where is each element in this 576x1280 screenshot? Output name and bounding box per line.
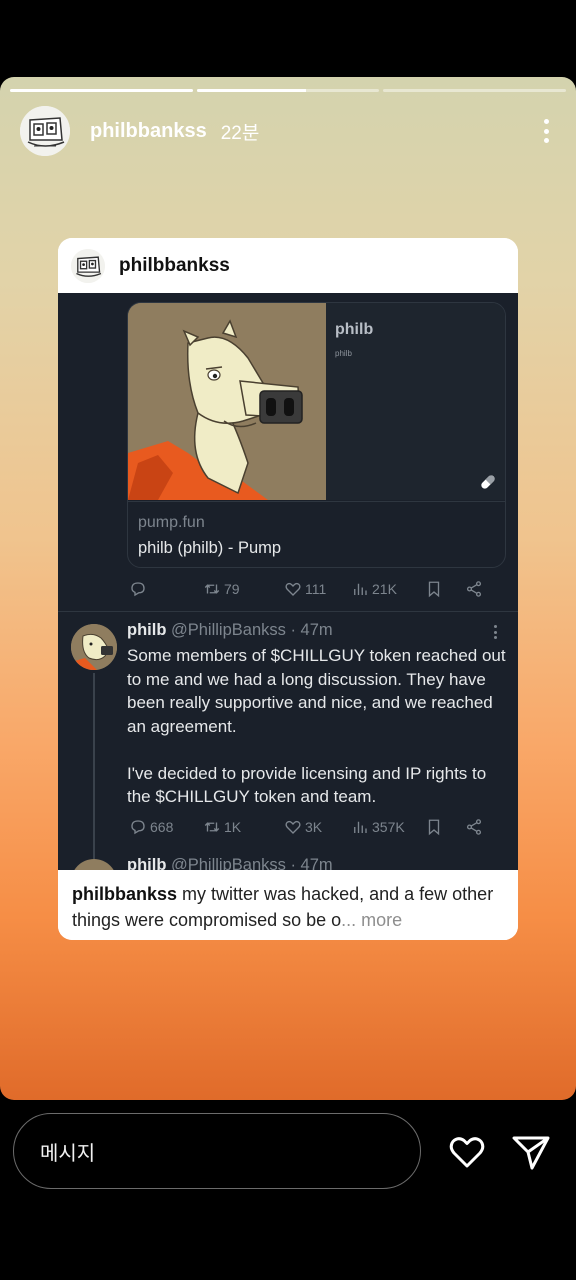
retweet-count: 1K bbox=[224, 819, 242, 835]
tweet-header: philb @PhillipBankss · 47m bbox=[127, 621, 333, 640]
post-caption[interactable]: philbbankss my twitter was hacked, and a… bbox=[58, 870, 518, 940]
link-domain: pump.fun bbox=[138, 514, 205, 531]
share-button[interactable] bbox=[465, 818, 483, 836]
share-icon bbox=[466, 581, 482, 597]
progress-segment bbox=[383, 89, 567, 92]
link-preview-title: philb bbox=[335, 321, 374, 338]
like-icon bbox=[285, 820, 301, 834]
bookmark-button[interactable] bbox=[425, 580, 465, 598]
link-preview-footer: pump.fun philb (philb) - Pump bbox=[128, 501, 505, 567]
like-count: 111 bbox=[305, 581, 327, 597]
more-vertical-icon[interactable] bbox=[494, 625, 498, 639]
share-button[interactable] bbox=[465, 580, 483, 598]
progress-segment bbox=[196, 89, 380, 92]
message-input[interactable]: 메시지 bbox=[13, 1113, 421, 1189]
retweet-count: 79 bbox=[224, 581, 240, 597]
tweet-paragraph: I've decided to provide licensing and IP… bbox=[127, 763, 487, 807]
retweet-button[interactable]: 79 bbox=[203, 580, 284, 598]
like-count: 3K bbox=[305, 819, 323, 835]
tweet-avatar[interactable] bbox=[71, 624, 117, 670]
progress-segment bbox=[10, 89, 193, 92]
link-preview-side: philb philb bbox=[326, 303, 505, 500]
avatar[interactable] bbox=[20, 106, 70, 156]
retweet-button[interactable]: 1K bbox=[203, 818, 284, 836]
share-icon bbox=[466, 819, 482, 835]
link-page-title: philb (philb) - Pump bbox=[138, 539, 282, 557]
tweet-header: philb @PhillipBankss · 47m bbox=[127, 856, 333, 870]
tweet-actions: 668 1K 3K 357K bbox=[129, 818, 501, 836]
story-header: philbbankss 22분 bbox=[20, 105, 556, 157]
story-viewer[interactable]: philbbankss 22분 philbbankss philb philb … bbox=[0, 77, 576, 1100]
link-preview-image bbox=[128, 303, 326, 500]
reply-icon bbox=[131, 582, 145, 597]
like-icon bbox=[285, 582, 301, 596]
retweet-icon bbox=[204, 584, 220, 594]
reply-button[interactable]: 668 bbox=[129, 818, 203, 836]
tweet-handle-time: @PhillipBankss · 47m bbox=[171, 621, 333, 639]
tweet-screenshot: philb philb pump.fun philb (philb) - Pum… bbox=[58, 293, 518, 870]
reply-icon bbox=[131, 820, 145, 835]
next-tweet-peek: philb @PhillipBankss · 47m bbox=[71, 856, 511, 870]
story-progress-bar bbox=[10, 89, 567, 92]
like-button[interactable]: 111 bbox=[284, 580, 351, 598]
views-count: 357K bbox=[372, 819, 405, 835]
caption-username[interactable]: philbbankss bbox=[72, 884, 177, 904]
thread-line bbox=[93, 673, 95, 863]
views-button[interactable]: 357K bbox=[351, 818, 425, 836]
message-placeholder: 메시지 bbox=[40, 1142, 96, 1165]
bookmark-icon bbox=[428, 819, 440, 836]
like-button[interactable]: 3K bbox=[284, 818, 351, 836]
tweet-avatar bbox=[71, 859, 117, 870]
divider bbox=[58, 611, 518, 612]
tweet-paragraph: Some members of $CHILLGUY token reached … bbox=[127, 646, 506, 736]
send-icon[interactable] bbox=[511, 1132, 551, 1172]
bookmark-icon bbox=[428, 581, 440, 598]
more-vertical-icon[interactable] bbox=[536, 116, 556, 146]
views-icon bbox=[354, 821, 367, 833]
link-preview-subtitle: philb bbox=[335, 349, 352, 358]
heart-icon[interactable] bbox=[447, 1132, 487, 1172]
views-count: 21K bbox=[372, 581, 397, 597]
reply-count: 668 bbox=[150, 819, 174, 835]
shared-post-card[interactable]: philbbankss philb philb pump.fun philb (… bbox=[58, 238, 518, 940]
link-preview-card[interactable]: philb philb pump.fun philb (philb) - Pum… bbox=[127, 302, 506, 568]
reply-button[interactable] bbox=[129, 580, 203, 598]
views-icon bbox=[354, 583, 367, 595]
tweet-handle-time: @PhillipBankss · 47m bbox=[171, 856, 333, 870]
retweet-icon bbox=[204, 822, 220, 832]
bookmark-button[interactable] bbox=[425, 818, 465, 836]
views-button[interactable]: 21K bbox=[351, 580, 425, 598]
tweet-text: Some members of $CHILLGUY token reached … bbox=[127, 644, 507, 809]
tweet-author-name: philb bbox=[127, 856, 167, 870]
caption-ellipsis: ... bbox=[341, 910, 362, 930]
card-username[interactable]: philbbankss bbox=[119, 255, 230, 277]
pill-icon bbox=[481, 475, 495, 489]
tweet-actions: 79 111 21K bbox=[129, 580, 501, 598]
story-username[interactable]: philbbankss bbox=[90, 120, 207, 143]
story-time: 22분 bbox=[220, 122, 260, 144]
tweet-author-name[interactable]: philb bbox=[127, 621, 166, 639]
caption-more-link[interactable]: more bbox=[361, 910, 402, 930]
card-header: philbbankss bbox=[58, 238, 518, 293]
avatar[interactable] bbox=[71, 248, 105, 283]
